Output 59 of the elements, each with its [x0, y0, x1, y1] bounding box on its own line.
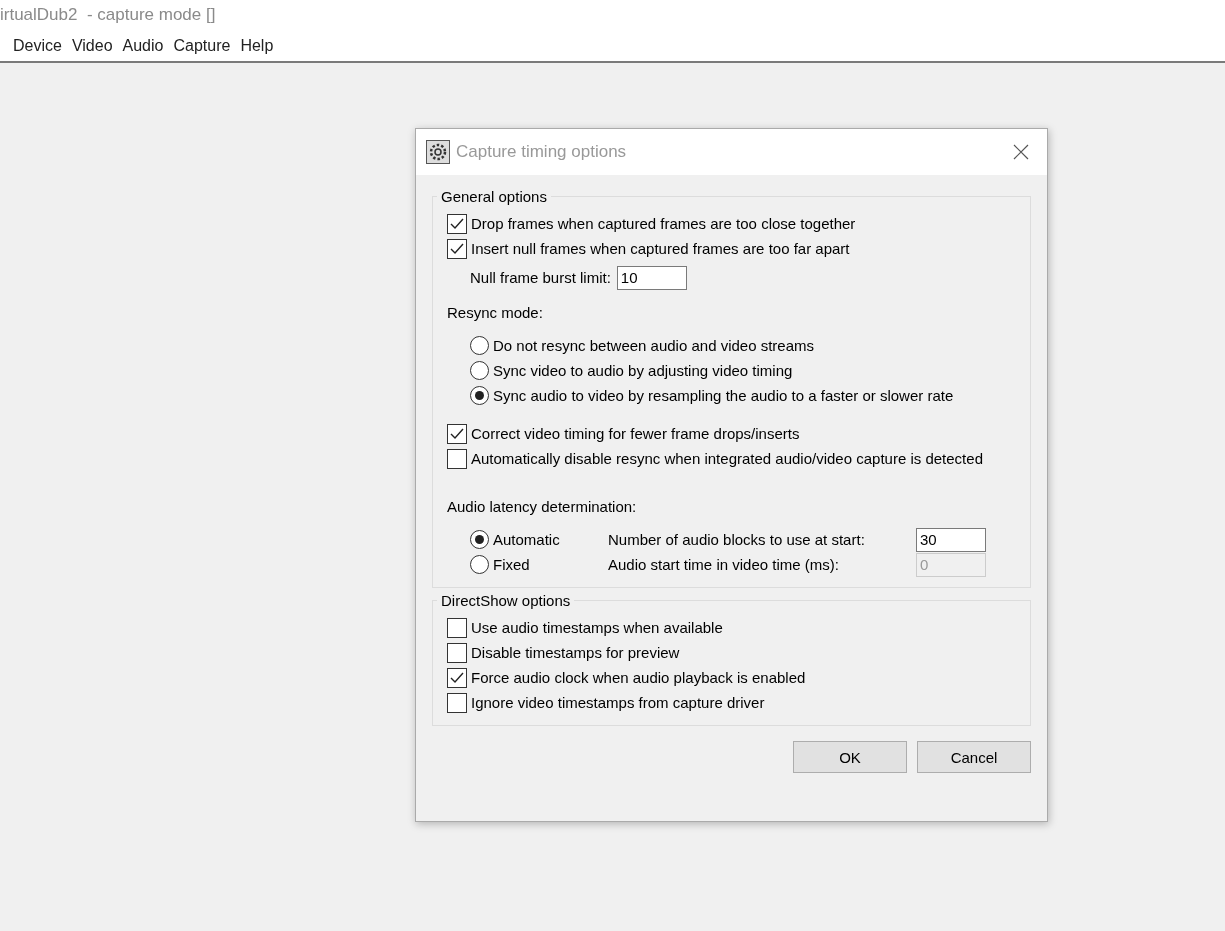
dialog-button[interactable]: Cancel [917, 741, 1031, 773]
checkbox[interactable]: Correct video timing for fewer frame drops/inserts [447, 421, 1030, 446]
check-icon [450, 671, 464, 684]
field-label: Audio start time in video time (ms): [608, 556, 840, 573]
check-icon [450, 217, 464, 230]
checkbox[interactable]: Use audio timestamps when available [447, 615, 1030, 640]
menu-item[interactable]: Audio [117, 36, 169, 55]
checkbox-box[interactable] [447, 448, 467, 469]
checkbox-label: Insert null frames when captured frames are too far apart [471, 240, 850, 257]
group-title: General options [440, 188, 548, 205]
group-title: DirectShow options [440, 592, 572, 609]
menu-item[interactable]: Device [8, 36, 67, 55]
dialog-button[interactable]: OK [793, 741, 907, 773]
checkbox-box[interactable] [447, 642, 467, 663]
field-label: Null frame burst limit: [470, 269, 611, 286]
input-field[interactable]: 30 [916, 527, 986, 552]
close-button[interactable] [1011, 142, 1031, 162]
checkbox-label: Force audio clock when audio playback is enabled [471, 669, 806, 686]
menu-item[interactable]: Capture [168, 36, 236, 55]
checkbox-box[interactable] [447, 213, 467, 234]
checkbox-box[interactable] [447, 423, 467, 444]
check-icon [450, 242, 464, 255]
gear-icon [426, 140, 450, 164]
menu-item[interactable]: Video [66, 36, 118, 55]
checkbox-label: Automatically disable resync when integrated audio/video capture is detected [471, 450, 983, 467]
radio-label: Fixed [493, 556, 530, 573]
checkbox[interactable]: Automatically disable resync when integrated audio/video capture is detected [447, 446, 1030, 471]
checkbox[interactable]: Ignore video timestamps from capture driver [447, 690, 1030, 715]
radio-label: Automatic [493, 531, 560, 548]
checkbox-box[interactable] [447, 238, 467, 259]
menu-item[interactable]: Help [235, 36, 279, 55]
checkbox[interactable]: Force audio clock when audio playback is enabled [447, 665, 1030, 690]
dialog-title: Capture timing options [456, 142, 628, 162]
checkbox-box[interactable] [447, 617, 467, 638]
checkbox[interactable]: Drop frames when captured frames are too close together [447, 211, 1030, 236]
radio-label: Sync video to audio by adjusting video timing [493, 362, 793, 379]
radio-label: Do not resync between audio and video streams [493, 337, 815, 354]
checkbox-label: Ignore video timestamps from capture driver [471, 694, 765, 711]
checkbox[interactable]: Insert null frames when captured frames are too far apart [447, 236, 1030, 261]
checkbox-label: Drop frames when captured frames are too close together [471, 215, 856, 232]
section-label: Audio latency determination: [447, 498, 637, 515]
radio-button[interactable] [470, 361, 489, 380]
radio-button[interactable] [470, 386, 489, 405]
checkbox-box[interactable] [447, 692, 467, 713]
radio-button[interactable] [470, 530, 489, 549]
radio-button[interactable] [470, 555, 489, 574]
checkbox-label: Use audio timestamps when available [471, 619, 723, 636]
close-icon [1013, 144, 1029, 160]
input-field[interactable]: 10 [616, 265, 687, 290]
checkbox-label: Correct video timing for fewer frame drops/inserts [471, 425, 800, 442]
field-label: Number of audio blocks to use at start: [608, 531, 866, 548]
checkbox-label: Disable timestamps for preview [471, 644, 680, 661]
radio-label: Sync audio to video by resampling the audio to a faster or slower rate [493, 387, 954, 404]
section-label: Resync mode: [447, 304, 543, 321]
checkbox[interactable]: Disable timestamps for preview [447, 640, 1030, 665]
check-icon [450, 427, 464, 440]
radio-button[interactable] [470, 336, 489, 355]
checkbox-box[interactable] [447, 667, 467, 688]
window-title: irtualDub2 - capture mode [] [0, 4, 216, 26]
